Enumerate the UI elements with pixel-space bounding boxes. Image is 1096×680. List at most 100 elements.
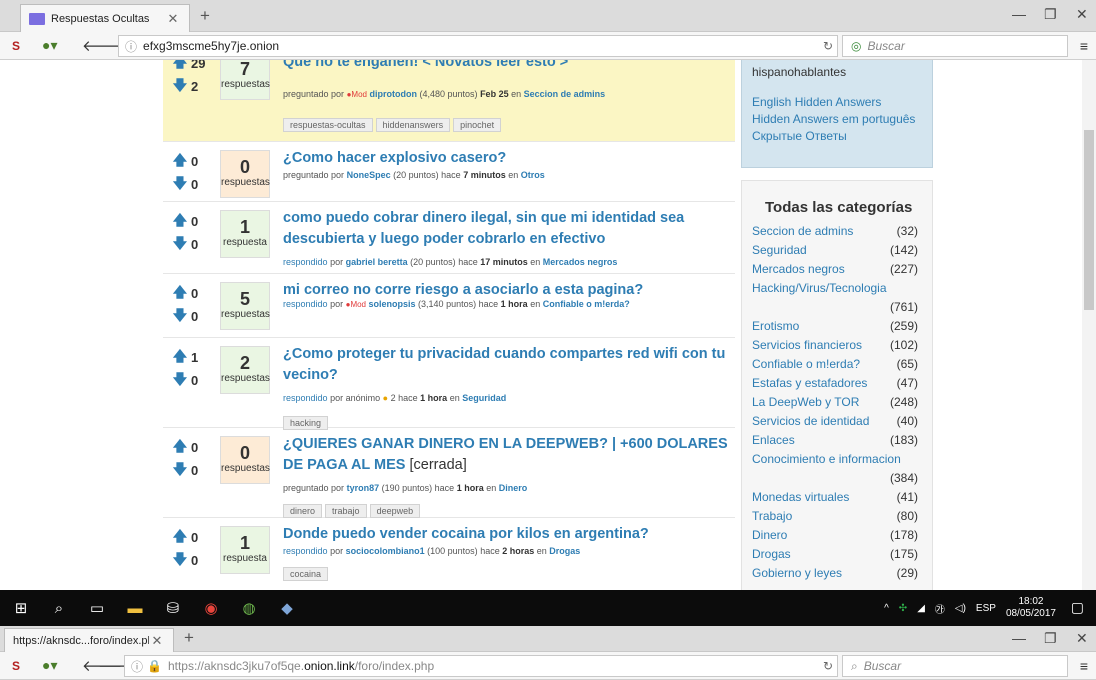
volume-icon[interactable]: ◁)	[955, 603, 966, 614]
category-item[interactable]: Hacking/Virus/Tecnologia (761)	[752, 279, 922, 317]
tab-foro[interactable]: https://aknsdc...foro/index.php ✕	[4, 628, 174, 652]
url-bar[interactable]: ⓘ efxg3mscme5hy7je.onion	[118, 35, 838, 57]
category-item[interactable]: Estafas y estafadores (47)	[752, 374, 922, 393]
category-item[interactable]: Seguridad (142)	[752, 241, 922, 260]
category-name[interactable]: La DeepWeb y TOR	[752, 393, 859, 412]
meta-user[interactable]: solenopsis	[369, 299, 416, 309]
category-name[interactable]: Drogas	[752, 545, 791, 564]
category-name[interactable]: Erotismo	[752, 317, 799, 336]
meta-action[interactable]: respondido	[283, 257, 328, 267]
question-title-text[interactable]: Que no te engañen! < Novatos leer esto >	[283, 60, 568, 70]
category-name[interactable]: Seguridad	[752, 241, 807, 260]
ime-icon[interactable]: ㉮	[935, 601, 945, 616]
category-item[interactable]: Gobierno y leyes (29)	[752, 564, 922, 583]
new-tab-icon-2[interactable]: +	[184, 628, 194, 648]
close-tab-icon[interactable]: ✕	[165, 11, 181, 27]
store-icon[interactable]: ⛁	[154, 590, 192, 626]
meta-action[interactable]: respondido	[283, 393, 328, 403]
restore-icon[interactable]: ❐	[1044, 6, 1057, 23]
tag[interactable]: dinero	[283, 504, 323, 518]
upvote-icon[interactable]: 🡅	[169, 150, 191, 174]
meta-category[interactable]: Dinero	[499, 483, 528, 493]
category-name[interactable]: Enlaces	[752, 431, 795, 450]
tag[interactable]: deepweb	[369, 504, 421, 518]
upvote-icon[interactable]: 🡅	[169, 60, 191, 76]
downvote-icon[interactable]: 🡇	[169, 369, 191, 393]
downvote-icon[interactable]: 🡇	[169, 173, 191, 197]
tag[interactable]: cocaina	[283, 567, 329, 581]
meta-user[interactable]: diprotodon	[370, 89, 417, 99]
upvote-icon[interactable]: 🡅	[169, 526, 191, 550]
category-item[interactable]: Mercados negros (227)	[752, 260, 922, 279]
meta-user[interactable]: NoneSpec	[347, 170, 391, 180]
category-item[interactable]: Monedas virtuales (41)	[752, 488, 922, 507]
tab-respuestas-ocultas[interactable]: Respuestas Ocultas ✕	[20, 4, 190, 32]
category-item[interactable]: Erotismo (259)	[752, 317, 922, 336]
category-item[interactable]: Confiable o m!erda? (65)	[752, 355, 922, 374]
question-title[interactable]: ¿Como proteger tu privacidad cuando comp…	[283, 344, 729, 386]
downvote-icon[interactable]: 🡇	[169, 75, 191, 99]
info-icon-2[interactable]: ⓘ	[131, 658, 143, 675]
question-title-text[interactable]: Donde puedo vender cocaina por kilos en …	[283, 526, 649, 542]
tor-onion-icon[interactable]: ●▾	[42, 37, 57, 54]
new-tab-icon[interactable]: +	[200, 6, 210, 26]
category-item[interactable]: Seccion de admins (32)	[752, 222, 922, 241]
question-title[interactable]: Que no te engañen! < Novatos leer esto >	[283, 60, 729, 73]
lang-link-english[interactable]: English Hidden Answers	[752, 94, 922, 111]
downvote-icon[interactable]: 🡇	[169, 549, 191, 573]
scrollbar-thumb[interactable]	[1084, 130, 1094, 310]
meta-category[interactable]: Seguridad	[462, 393, 506, 403]
category-name[interactable]: Monedas virtuales	[752, 488, 849, 507]
meta-category[interactable]: Seccion de admins	[524, 89, 606, 99]
info-icon[interactable]: ⓘ	[125, 38, 137, 55]
category-item[interactable]: Enlaces (183)	[752, 431, 922, 450]
upvote-icon[interactable]: 🡅	[169, 282, 191, 306]
back-icon[interactable]: 🡐	[82, 36, 122, 55]
search-icon[interactable]: ⌕	[40, 590, 78, 626]
category-name[interactable]: Estafas y estafadores	[752, 374, 867, 393]
question-title-text[interactable]: como puedo cobrar dinero ilegal, sin que…	[283, 210, 684, 247]
category-name[interactable]: Servicios financieros	[752, 336, 862, 355]
menu-icon[interactable]: ≡	[1080, 38, 1088, 54]
chrome-icon[interactable]: ◉	[192, 590, 230, 626]
search-field-2[interactable]: ⌕ Buscar	[842, 655, 1068, 677]
start-icon[interactable]: ⊞	[2, 590, 40, 626]
minimize-icon[interactable]: —	[1012, 6, 1026, 22]
restore-icon-2[interactable]: ❐	[1044, 630, 1057, 647]
meta-user[interactable]: sociocolombiano1	[346, 546, 425, 556]
category-name[interactable]: Dinero	[752, 526, 787, 545]
category-name[interactable]: Trabajo	[752, 507, 792, 526]
lang-link-russian[interactable]: Скрытые Ответы	[752, 128, 922, 145]
category-name[interactable]: Gobierno y leyes	[752, 564, 842, 583]
question-title[interactable]: Donde puedo vender cocaina por kilos en …	[283, 524, 729, 545]
category-item[interactable]: Conocimiento e informacion (384)	[752, 450, 922, 488]
menu-icon-2[interactable]: ≡	[1080, 658, 1088, 674]
meta-category[interactable]: Mercados negros	[543, 257, 618, 267]
meta-category[interactable]: Confiable o m!erda?	[543, 299, 630, 309]
close-window-icon-2[interactable]: ✕	[1076, 630, 1088, 647]
file-explorer-icon[interactable]: ▬	[116, 590, 154, 626]
network-icon[interactable]: ◢	[917, 603, 925, 614]
category-item[interactable]: Trabajo (80)	[752, 507, 922, 526]
downvote-icon[interactable]: 🡇	[169, 305, 191, 329]
question-title-text[interactable]: ¿QUIERES GANAR DINERO EN LA DEEPWEB? | +…	[283, 436, 728, 473]
language-indicator[interactable]: ESP	[976, 603, 996, 614]
app-icon[interactable]: ◆	[268, 590, 306, 626]
category-name[interactable]: Conocimiento e informacion	[752, 450, 922, 469]
tor-onion-icon-2[interactable]: ●▾	[42, 657, 57, 674]
question-title-text[interactable]: ¿Como hacer explosivo casero?	[283, 150, 506, 166]
downvote-icon[interactable]: 🡇	[169, 459, 191, 483]
category-item[interactable]: Servicios financieros (102)	[752, 336, 922, 355]
meta-action[interactable]: respondido	[283, 299, 328, 309]
notification-icon[interactable]: ▢	[1071, 599, 1084, 616]
tag[interactable]: trabajo	[325, 504, 367, 518]
clock[interactable]: 18:02 08/05/2017	[1006, 596, 1056, 620]
url-bar-2[interactable]: ⓘ 🔒 https://aknsdc3jku7of5qe. onion.link /…	[124, 655, 838, 677]
noscript-icon-2[interactable]: S	[12, 659, 20, 673]
tag[interactable]: pinochet	[453, 118, 502, 132]
category-name[interactable]: Hacking/Virus/Tecnologia	[752, 279, 922, 298]
category-item[interactable]: Dinero (178)	[752, 526, 922, 545]
close-window-icon[interactable]: ✕	[1076, 6, 1088, 23]
lang-link-portuguese[interactable]: Hidden Answers em português	[752, 111, 922, 128]
tag[interactable]: hiddenanswers	[375, 118, 451, 132]
